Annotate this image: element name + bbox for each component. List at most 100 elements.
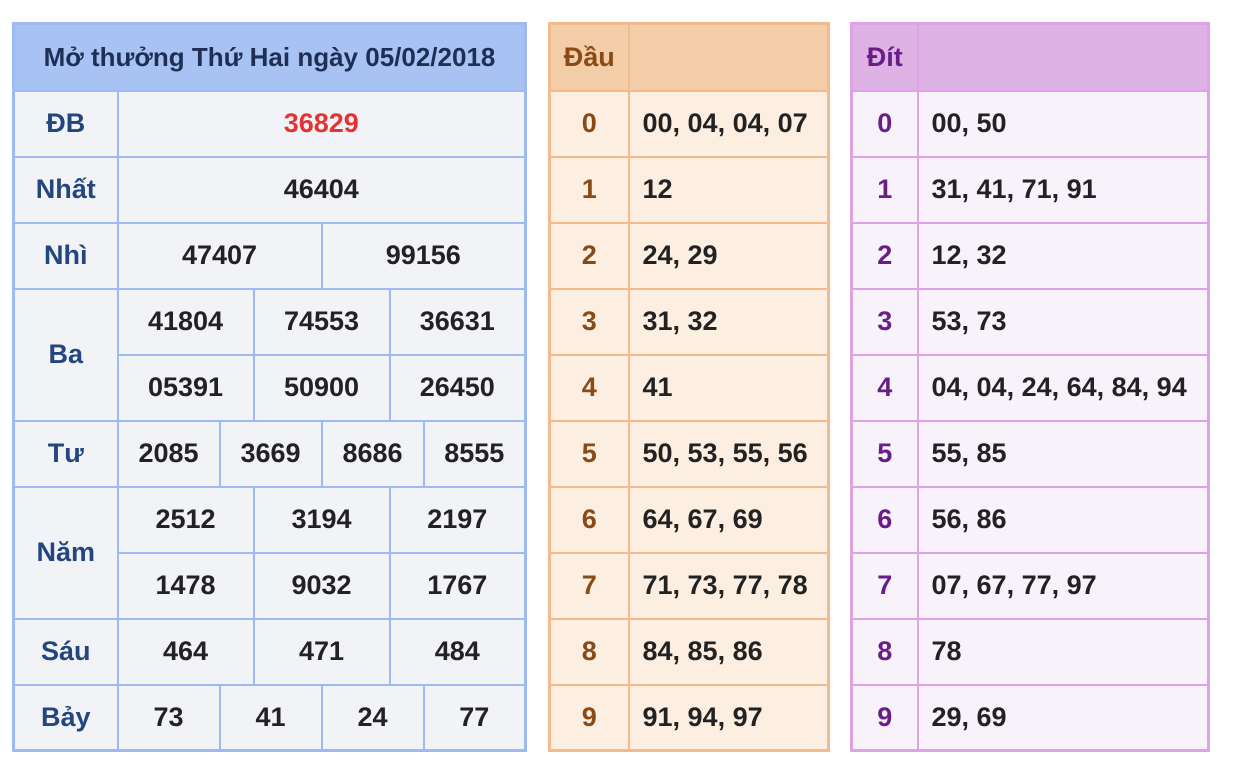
prize-row-sau: Sáu 464 471 484	[12, 617, 527, 686]
dit-key: 7	[850, 551, 919, 620]
prize-value: 2085	[116, 419, 221, 488]
dit-table: Đít 0 00, 50 1 31, 41, 71, 91 2 12, 32 3 53,…	[850, 22, 1210, 752]
dau-values: 64, 67, 69	[627, 485, 830, 554]
dau-row: 4 41	[548, 353, 830, 422]
prize-value: 8555	[422, 419, 527, 488]
dau-values: 50, 53, 55, 56	[627, 419, 830, 488]
prize-value: 3194	[252, 485, 391, 554]
dau-key: 6	[548, 485, 630, 554]
dit-values: 78	[916, 617, 1210, 686]
dau-values: 00, 04, 04, 07	[627, 89, 830, 158]
prize-row-bay: Bảy 73 41 24 77	[12, 683, 527, 752]
dit-row: 7 07, 67, 77, 97	[850, 551, 1210, 620]
dit-values: 31, 41, 71, 91	[916, 155, 1210, 224]
prize-row-tu: Tư 2085 3669 8686 8555	[12, 419, 527, 488]
prize-value: 484	[388, 617, 527, 686]
dau-key: 2	[548, 221, 630, 290]
dit-header-blank	[916, 22, 1210, 92]
prize-value: 1767	[388, 551, 527, 620]
dau-row: 6 64, 67, 69	[548, 485, 830, 554]
dau-key: 0	[548, 89, 630, 158]
dau-values: 24, 29	[627, 221, 830, 290]
dit-header: Đít	[850, 22, 919, 92]
prize-value: 3669	[218, 419, 323, 488]
prize-value: 2512	[116, 485, 255, 554]
prize-value: 47407	[116, 221, 323, 290]
dau-key: 7	[548, 551, 630, 620]
dit-key: 4	[850, 353, 919, 422]
dau-values: 12	[627, 155, 830, 224]
dit-values: 04, 04, 24, 64, 84, 94	[916, 353, 1210, 422]
dau-values: 41	[627, 353, 830, 422]
prize-value: 471	[252, 617, 391, 686]
dit-row: 5 55, 85	[850, 419, 1210, 488]
prize-row-nhi: Nhì 47407 99156	[12, 221, 527, 290]
dau-values: 84, 85, 86	[627, 617, 830, 686]
dau-key: 5	[548, 419, 630, 488]
dau-key: 8	[548, 617, 630, 686]
prize-value: 05391	[116, 353, 255, 422]
prize-value: 77	[422, 683, 527, 752]
prize-row-nam: Năm 2512 3194 2197	[12, 485, 527, 620]
prize-label-tu: Tư	[12, 419, 119, 488]
dit-row: 8 78	[850, 617, 1210, 686]
prize-value: 74553	[252, 287, 391, 356]
prize-label-ba: Ba	[12, 287, 119, 422]
prize-value: 24	[320, 683, 425, 752]
dau-table: Đầu 0 00, 04, 04, 07 1 12 2 24, 29 3 31, 32 …	[548, 22, 830, 752]
dit-values: 12, 32	[916, 221, 1210, 290]
prize-row-ba: Ba 41804 74553 36631	[12, 287, 527, 422]
dit-key: 6	[850, 485, 919, 554]
dit-row: 2 12, 32	[850, 221, 1210, 290]
dau-row: 2 24, 29	[548, 221, 830, 290]
dau-row: 9 91, 94, 97	[548, 683, 830, 752]
results-title: Mở thưởng Thứ Hai ngày 05/02/2018	[12, 22, 527, 92]
dit-row: 4 04, 04, 24, 64, 84, 94	[850, 353, 1210, 422]
prize-label-nhat: Nhất	[12, 155, 119, 224]
prize-value: 9032	[252, 551, 391, 620]
dau-row: 0 00, 04, 04, 07	[548, 89, 830, 158]
dau-key: 9	[548, 683, 630, 752]
dau-values: 71, 73, 77, 78	[627, 551, 830, 620]
dit-key: 9	[850, 683, 919, 752]
prize-value: 2197	[388, 485, 527, 554]
dit-key: 3	[850, 287, 919, 356]
dit-row: 0 00, 50	[850, 89, 1210, 158]
dau-row: 7 71, 73, 77, 78	[548, 551, 830, 620]
dit-key: 1	[850, 155, 919, 224]
dit-values: 55, 85	[916, 419, 1210, 488]
prize-value: 1478	[116, 551, 255, 620]
dau-row: 8 84, 85, 86	[548, 617, 830, 686]
dit-key: 8	[850, 617, 919, 686]
lottery-results-table: Mở thưởng Thứ Hai ngày 05/02/2018 ĐB 368…	[12, 22, 527, 752]
dit-key: 5	[850, 419, 919, 488]
prize-row-db: ĐB 36829	[12, 89, 527, 158]
prize-value: 50900	[252, 353, 391, 422]
dit-values: 29, 69	[916, 683, 1210, 752]
dit-values: 56, 86	[916, 485, 1210, 554]
prize-label-nam: Năm	[12, 485, 119, 620]
prize-value: 99156	[320, 221, 527, 290]
dau-row: 3 31, 32	[548, 287, 830, 356]
prize-value: 8686	[320, 419, 425, 488]
dau-values: 91, 94, 97	[627, 683, 830, 752]
prize-label-db: ĐB	[12, 89, 119, 158]
dit-row: 9 29, 69	[850, 683, 1210, 752]
prize-row-nhat: Nhất 46404	[12, 155, 527, 224]
dau-values: 31, 32	[627, 287, 830, 356]
dau-key: 4	[548, 353, 630, 422]
dit-values: 00, 50	[916, 89, 1210, 158]
prize-value: 36631	[388, 287, 527, 356]
dau-key: 1	[548, 155, 630, 224]
dit-key: 0	[850, 89, 919, 158]
prize-label-bay: Bảy	[12, 683, 119, 752]
dit-row: 3 53, 73	[850, 287, 1210, 356]
prize-label-nhi: Nhì	[12, 221, 119, 290]
prize-value: 46404	[116, 155, 527, 224]
special-prize-value: 36829	[116, 89, 527, 158]
prize-value: 41804	[116, 287, 255, 356]
prize-value: 26450	[388, 353, 527, 422]
dit-values: 53, 73	[916, 287, 1210, 356]
dit-row: 1 31, 41, 71, 91	[850, 155, 1210, 224]
dau-key: 3	[548, 287, 630, 356]
